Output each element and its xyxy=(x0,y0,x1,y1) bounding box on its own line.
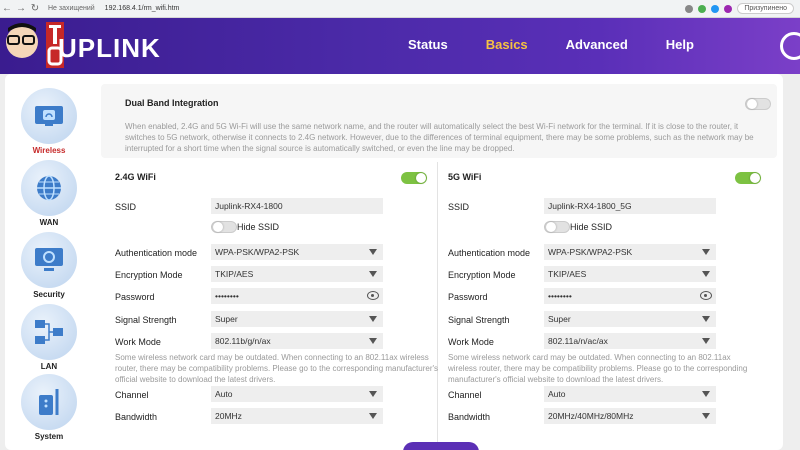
nav-basics[interactable]: Basics xyxy=(486,37,528,52)
channel-select[interactable]: Auto xyxy=(211,386,383,402)
work-mode-select[interactable]: 802.11a/n/ac/ax xyxy=(544,333,716,349)
router-header: UPLINK Status Basics Advanced Help xyxy=(0,18,800,74)
eye-icon[interactable] xyxy=(700,291,712,300)
wifi-24g-title: 2.4G WiFi xyxy=(115,172,156,182)
system-router-icon xyxy=(39,389,59,415)
auth-mode-label: Authentication mode xyxy=(115,248,198,258)
compatibility-note: Some wireless network card may be outdat… xyxy=(448,353,748,384)
compatibility-note: Some wireless network card may be outdat… xyxy=(115,353,439,384)
signal-select[interactable]: Super xyxy=(211,311,383,327)
extension-icon[interactable] xyxy=(724,4,733,13)
work-mode-label: Work Mode xyxy=(115,337,161,347)
bandwidth-label: Bandwidth xyxy=(115,412,158,422)
security-monitor-icon xyxy=(35,248,63,271)
nav-advanced[interactable]: Advanced xyxy=(566,37,628,52)
extension-icon[interactable] xyxy=(711,4,720,13)
password-input[interactable]: •••••••• xyxy=(544,288,716,304)
sidebar-item-label: Security xyxy=(33,290,65,299)
encryption-select[interactable]: TKIP/AES xyxy=(211,266,383,282)
signal-label: Signal Strength xyxy=(115,315,177,325)
encryption-label: Encryption Mode xyxy=(115,270,183,280)
ssid-input[interactable]: Juplink-RX4-1800 xyxy=(211,198,383,214)
dual-band-title: Dual Band Integration xyxy=(125,98,219,108)
sidebar-item-wireless[interactable]: Wireless xyxy=(5,88,93,155)
password-label: Password xyxy=(115,292,155,302)
sidebar-item-label: LAN xyxy=(40,362,58,371)
dual-band-toggle[interactable] xyxy=(745,98,771,110)
password-input[interactable]: •••••••• xyxy=(211,288,383,304)
main-card: Wireless WAN Security LAN System Dual Ba… xyxy=(5,74,783,450)
wifi-5g-title: 5G WiFi xyxy=(448,172,482,182)
save-button[interactable] xyxy=(403,442,479,450)
forward-icon[interactable]: → xyxy=(14,3,28,14)
power-icon[interactable] xyxy=(780,32,800,60)
auth-mode-label: Authentication mode xyxy=(448,248,531,258)
sidebar-item-wan[interactable]: WAN xyxy=(5,160,93,227)
hide-ssid-label: Hide SSID xyxy=(570,222,613,232)
eye-icon[interactable] xyxy=(367,291,379,300)
nav-help[interactable]: Help xyxy=(666,37,694,52)
channel-select[interactable]: Auto xyxy=(544,386,716,402)
encryption-label: Encryption Mode xyxy=(448,270,516,280)
channel-label: Channel xyxy=(115,390,149,400)
brand-logo: UPLINK xyxy=(0,18,160,74)
wireless-icon xyxy=(35,106,63,126)
wifi-5g-toggle[interactable] xyxy=(735,172,761,184)
extension-icon[interactable] xyxy=(698,4,707,13)
sidebar-item-label: System xyxy=(34,432,64,441)
sidebar: Wireless WAN Security LAN System xyxy=(5,74,93,450)
sidebar-item-label: WAN xyxy=(39,218,59,227)
top-nav: Status Basics Advanced Help xyxy=(408,37,694,52)
wifi-24g-toggle[interactable] xyxy=(401,172,427,184)
sidebar-item-label: Wireless xyxy=(32,146,66,155)
bandwidth-select[interactable]: 20MHz/40MHz/80MHz xyxy=(544,408,716,424)
wifi-24g-panel: 2.4G WiFi SSID Juplink-RX4-1800 Hide SSI… xyxy=(101,170,438,450)
back-icon[interactable]: ← xyxy=(0,3,14,14)
auth-mode-select[interactable]: WPA-PSK/WPA2-PSK xyxy=(211,244,383,260)
password-value: •••••••• xyxy=(548,291,572,301)
insecure-warning[interactable]: Не захищений xyxy=(48,5,95,12)
hide-ssid-toggle[interactable] xyxy=(544,221,570,233)
sidebar-item-security[interactable]: Security xyxy=(5,232,93,299)
extension-icons: Призупинено xyxy=(685,3,794,14)
encryption-select[interactable]: TKIP/AES xyxy=(544,266,716,282)
sidebar-item-system[interactable]: System xyxy=(5,374,93,441)
hide-ssid-toggle[interactable] xyxy=(211,221,237,233)
wifi-5g-panel: 5G WiFi SSID Juplink-RX4-1800_5G Hide SS… xyxy=(434,170,768,450)
dual-band-panel: Dual Band Integration When enabled, 2.4G… xyxy=(101,84,777,158)
dual-band-description: When enabled, 2.4G and 5G Wi-Fi will use… xyxy=(125,122,754,153)
signal-label: Signal Strength xyxy=(448,315,510,325)
bandwidth-label: Bandwidth xyxy=(448,412,491,422)
logo-text: UPLINK xyxy=(58,33,161,63)
lan-network-icon xyxy=(35,320,63,344)
profile-chip[interactable]: Призупинено xyxy=(737,3,794,14)
password-value: •••••••• xyxy=(215,291,239,301)
address-bar[interactable]: 192.168.4.1/rm_wifi.htm xyxy=(105,5,180,12)
sidebar-item-lan[interactable]: LAN xyxy=(5,304,93,371)
reload-icon[interactable]: ↻ xyxy=(28,3,42,14)
bandwidth-select[interactable]: 20MHz xyxy=(211,408,383,424)
globe-icon xyxy=(37,175,61,201)
hide-ssid-label: Hide SSID xyxy=(237,222,280,232)
ssid-label: SSID xyxy=(448,202,470,212)
ssid-label: SSID xyxy=(115,202,137,212)
bookmark-star-icon[interactable] xyxy=(685,4,694,13)
auth-mode-select[interactable]: WPA-PSK/WPA2-PSK xyxy=(544,244,716,260)
password-label: Password xyxy=(448,292,488,302)
work-mode-select[interactable]: 802.11b/g/n/ax xyxy=(211,333,383,349)
browser-toolbar: ← → ↻ Не захищений 192.168.4.1/rm_wifi.h… xyxy=(0,0,800,18)
nav-status[interactable]: Status xyxy=(408,37,448,52)
work-mode-label: Work Mode xyxy=(448,337,494,347)
signal-select[interactable]: Super xyxy=(544,311,716,327)
ssid-input[interactable]: Juplink-RX4-1800_5G xyxy=(544,198,716,214)
channel-label: Channel xyxy=(448,390,482,400)
